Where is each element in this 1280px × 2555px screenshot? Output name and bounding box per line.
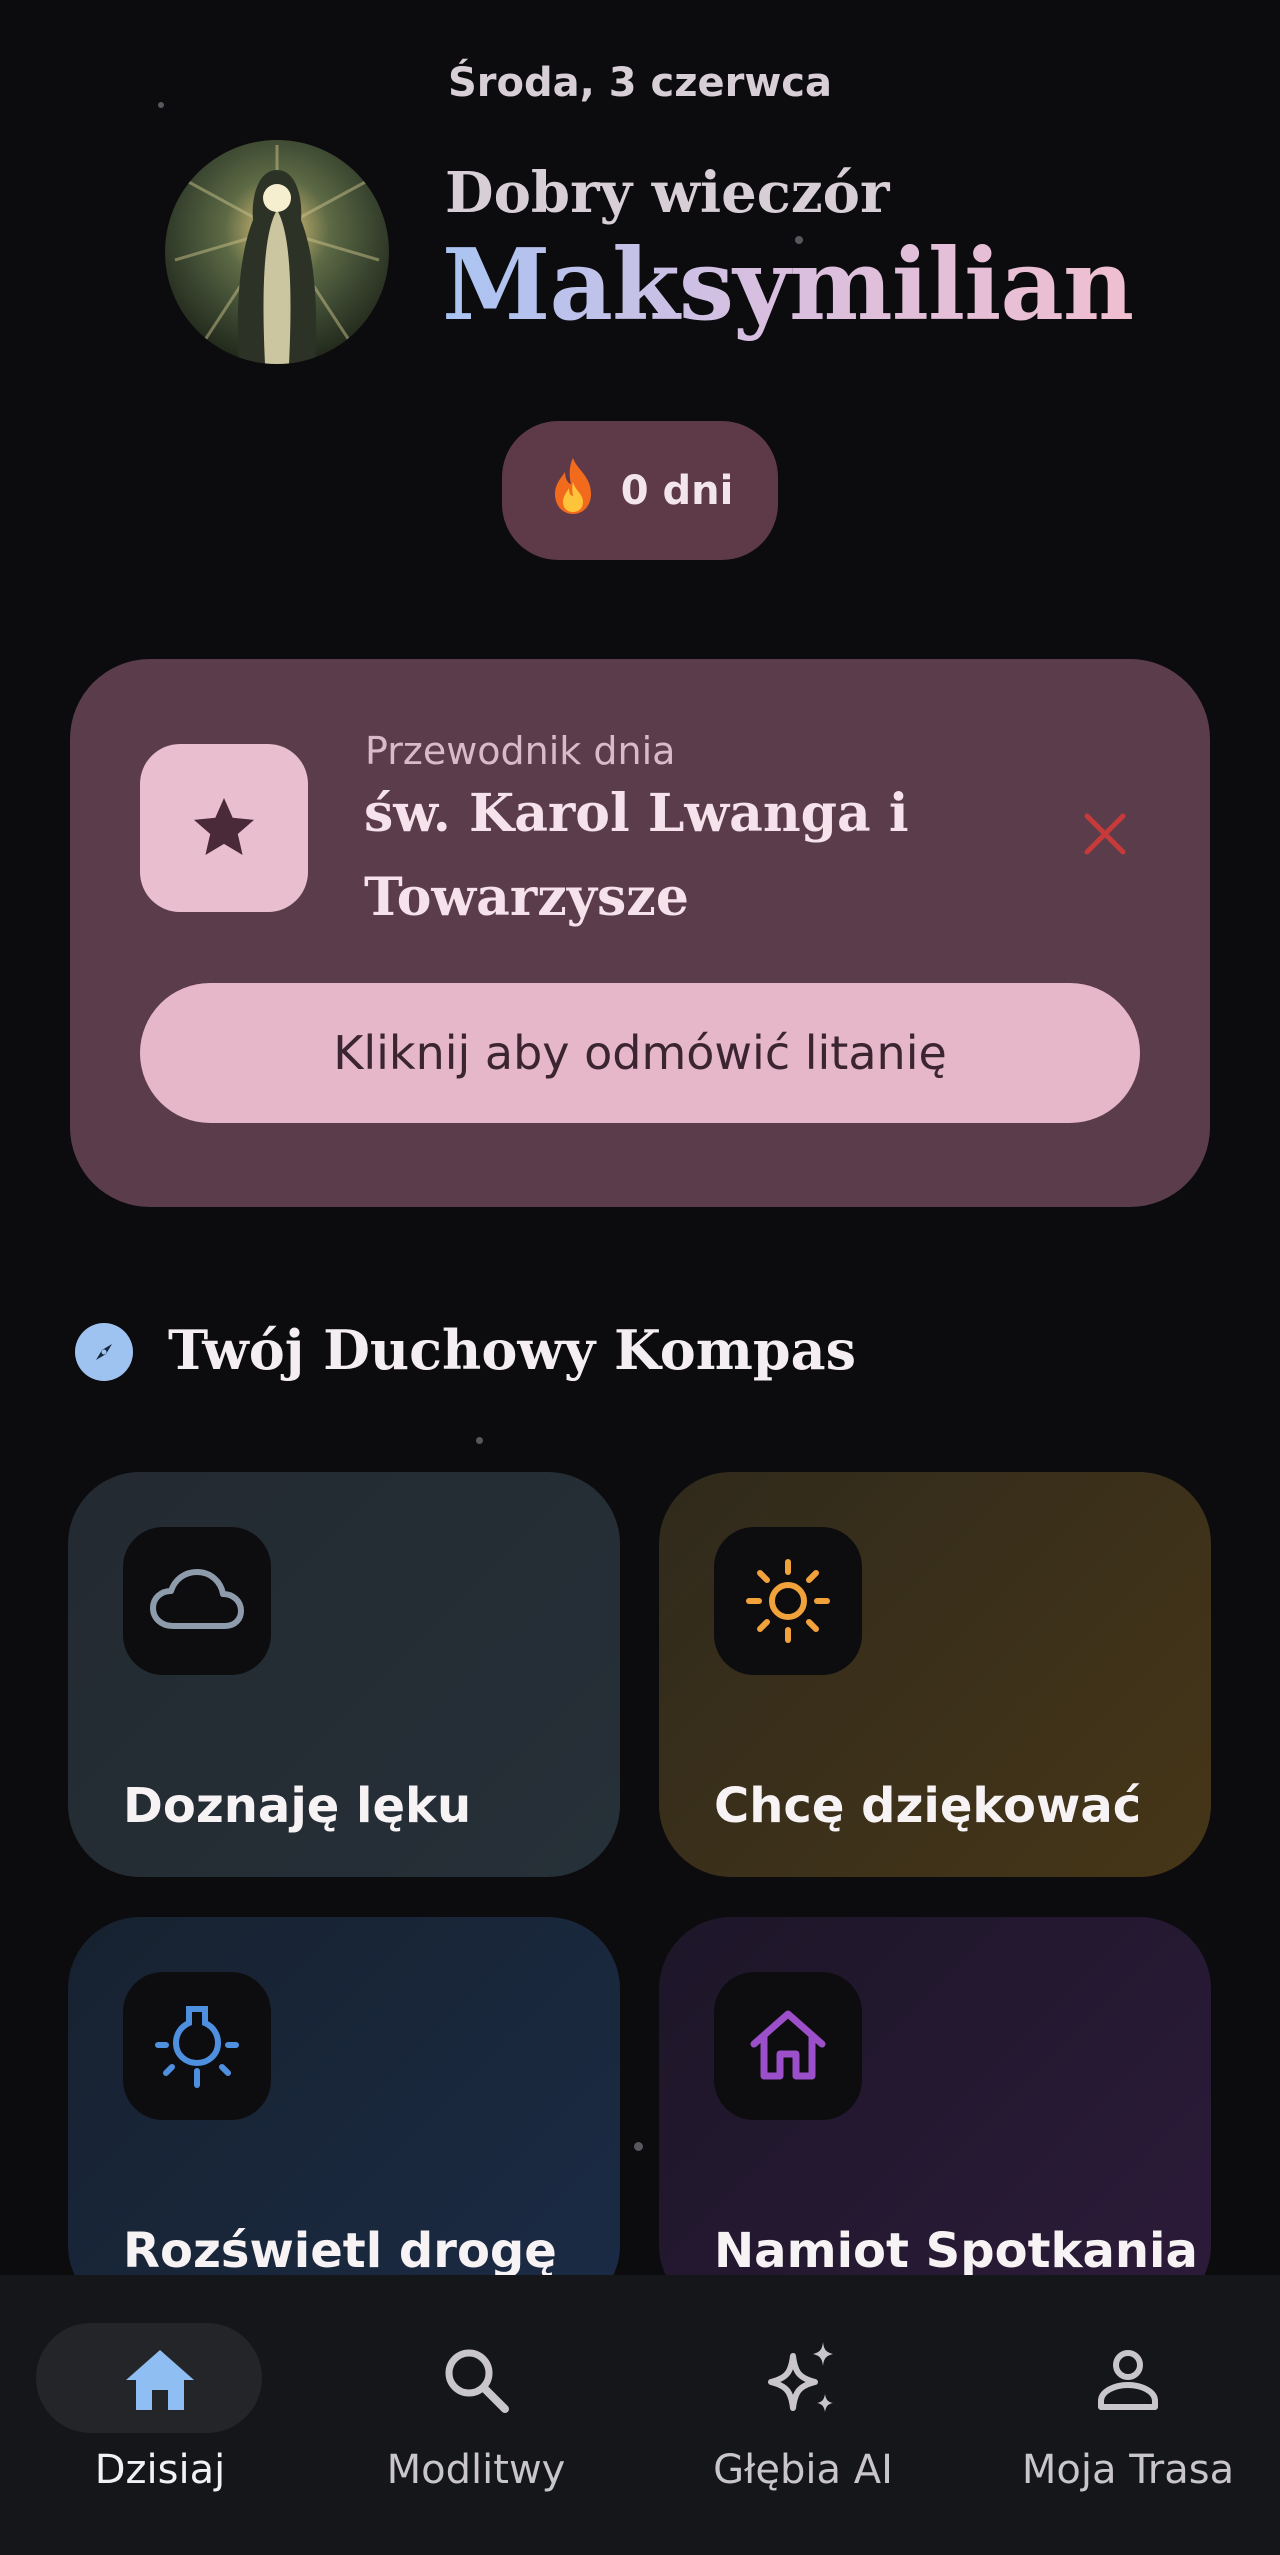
streak-badge[interactable]: 0 dni	[502, 421, 778, 560]
username: Maksymilian	[442, 228, 1134, 343]
tile-icon-container	[123, 1972, 271, 2120]
home-screen: Środa, 3 czerwca Dobry wieczór Maksymili…	[0, 0, 1280, 2555]
tile-label: Namiot Spotkania	[714, 2223, 1198, 2279]
person-icon	[968, 2340, 1280, 2420]
compass-icon	[75, 1323, 133, 1381]
streak-label: 0 dni	[620, 467, 734, 514]
nav-item-my-path[interactable]: Moja Trasa	[968, 2275, 1280, 2555]
tile-label: Doznaję lęku	[123, 1778, 472, 1834]
nav-item-today[interactable]: Dzisiaj	[0, 2275, 320, 2555]
nav-label: Modlitwy	[386, 2447, 566, 2493]
home-icon	[750, 2010, 826, 2080]
lightbulb-icon	[155, 2006, 239, 2088]
close-icon	[1084, 813, 1126, 855]
background-dot	[476, 1437, 483, 1444]
nav-label: Głębia AI	[713, 2447, 893, 2493]
tile-icon-container	[123, 1527, 271, 1675]
guide-label: Przewodnik dnia	[365, 729, 676, 773]
current-date: Środa, 3 czerwca	[447, 60, 833, 106]
avatar[interactable]	[165, 140, 389, 364]
flame-icon	[547, 456, 599, 525]
saint-portrait-image	[174, 145, 380, 364]
tile-tent-of-meeting[interactable]: Namiot Spotkania	[659, 1917, 1211, 2317]
daily-guide-card: Przewodnik dnia św. Karol Lwanga i Towar…	[70, 659, 1210, 1207]
close-button[interactable]	[1070, 799, 1140, 869]
tile-anxiety[interactable]: Doznaję lęku	[68, 1472, 620, 1877]
sparkles-icon	[643, 2340, 963, 2420]
section-title: Twój Duchowy Kompas	[168, 1318, 857, 1382]
cloud-icon	[150, 1569, 244, 1629]
sun-icon	[746, 1559, 830, 1643]
tile-label: Rozświetl drogę	[123, 2223, 557, 2279]
nav-item-ai-depth[interactable]: Głębia AI	[643, 2275, 963, 2555]
search-icon	[316, 2340, 636, 2420]
nav-label: Moja Trasa	[1021, 2447, 1235, 2493]
home-icon	[0, 2340, 320, 2420]
tile-icon-container	[714, 1527, 862, 1675]
tile-label: Chcę dziękować	[714, 1778, 1142, 1834]
pray-litany-button[interactable]: Kliknij aby odmówić litanię	[140, 983, 1140, 1123]
tile-light-the-way[interactable]: Rozświetl drogę	[68, 1917, 620, 2317]
tile-gratitude[interactable]: Chcę dziękować	[659, 1472, 1211, 1877]
greeting-text: Dobry wieczór	[445, 160, 890, 226]
guide-saint-name: św. Karol Lwanga i Towarzysze	[364, 783, 909, 928]
bottom-navigation: Dzisiaj Modlitwy Głębia AI Moja Trasa	[0, 2275, 1280, 2555]
nav-label: Dzisiaj	[94, 2447, 226, 2493]
nav-item-prayers[interactable]: Modlitwy	[316, 2275, 636, 2555]
tile-icon-container	[714, 1972, 862, 2120]
star-icon	[194, 798, 254, 855]
background-dot	[634, 2142, 643, 2151]
star-tile	[140, 744, 308, 912]
